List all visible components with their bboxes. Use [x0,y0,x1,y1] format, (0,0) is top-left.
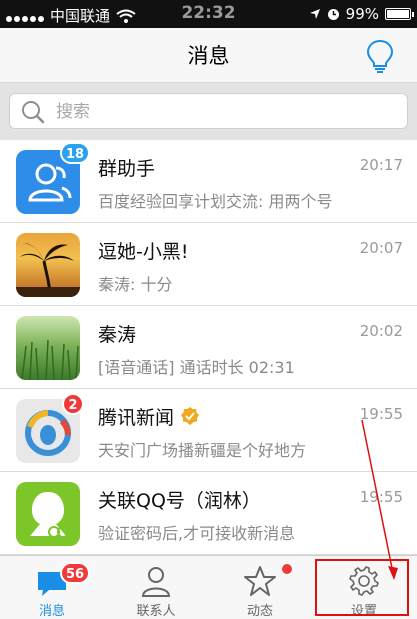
location-icon [309,9,320,19]
verified-icon [181,407,200,425]
unread-badge: 18 [60,142,91,164]
page-title: 消息 [187,44,230,68]
conversation-time: 20:02 [359,322,403,340]
search-input[interactable] [54,98,398,126]
conversation-name: 群助手 [98,158,156,180]
conversation-name-text: 腾讯新闻 [98,407,175,429]
conversation-row[interactable]: 关联QQ号（润林） 验证密码后,才可接收新消息 19:55 [0,472,417,555]
activity-dot [282,564,292,574]
conversation-name: 逗她-小黑! [98,241,189,263]
tab-label: 动态 [246,604,273,619]
lightbulb-icon[interactable] [363,38,397,74]
status-bar: 中国联通 22:32 99% [0,0,417,28]
tab-messages[interactable]: 56 消息 [0,556,104,619]
tab-activity[interactable]: 动态 [208,556,312,619]
conversation-name: 腾讯新闻 [98,403,200,430]
annotation-highlight-box [315,559,409,616]
unread-badge: 2 [62,393,84,415]
conversation-time: 20:17 [359,156,403,174]
tab-label: 联系人 [136,604,176,619]
alarm-icon [327,8,339,20]
contacts-icon [141,567,171,597]
messages-badge: 56 [60,562,91,584]
conversation-name: 关联QQ号（润林） [98,490,261,512]
conversation-row[interactable]: 逗她-小黑! 秦涛: 十分 20:07 [0,223,417,306]
battery-icon [385,8,414,20]
conversation-time: 19:55 [359,488,403,506]
conversation-preview: 秦涛: 十分 [98,275,173,294]
tab-contacts[interactable]: 联系人 [104,556,208,619]
star-icon [244,566,276,596]
conversation-preview: [语音通话] 通话时长 02:31 [98,358,295,377]
search-bar-container [0,83,417,140]
conversation-time: 19:55 [359,405,403,423]
conversation-preview: 百度经验回享计划交流: 用两个号 [98,192,333,211]
tab-label: 消息 [38,604,65,619]
grass-photo [16,316,80,380]
status-right: 99% [309,5,414,23]
conversation-preview: 天安门广场播新疆是个好地方 [98,441,307,460]
conversation-time: 20:07 [359,239,403,257]
search-box[interactable] [9,93,408,129]
conversation-preview: 验证密码后,才可接收新消息 [98,524,296,543]
palm-sunset-photo [16,233,80,297]
battery-percent: 99% [345,5,379,23]
conversation-row[interactable]: 秦涛 [语音通话] 通话时长 02:31 20:02 [0,306,417,389]
search-icon [22,101,45,124]
conversation-row[interactable]: 2 腾讯新闻 天安门广场播新疆是个好地方 19:55 [0,389,417,472]
conversation-name: 秦涛 [98,324,137,346]
nav-header: 消息 [0,28,417,83]
qq-user-icon [16,482,80,546]
conversation-row-group-assistant[interactable]: 18 群助手 百度经验回享计划交流: 用两个号 20:17 [0,140,417,223]
conversation-list: 18 群助手 百度经验回享计划交流: 用两个号 20:17 逗她-小黑! 秦涛:… [0,140,417,555]
